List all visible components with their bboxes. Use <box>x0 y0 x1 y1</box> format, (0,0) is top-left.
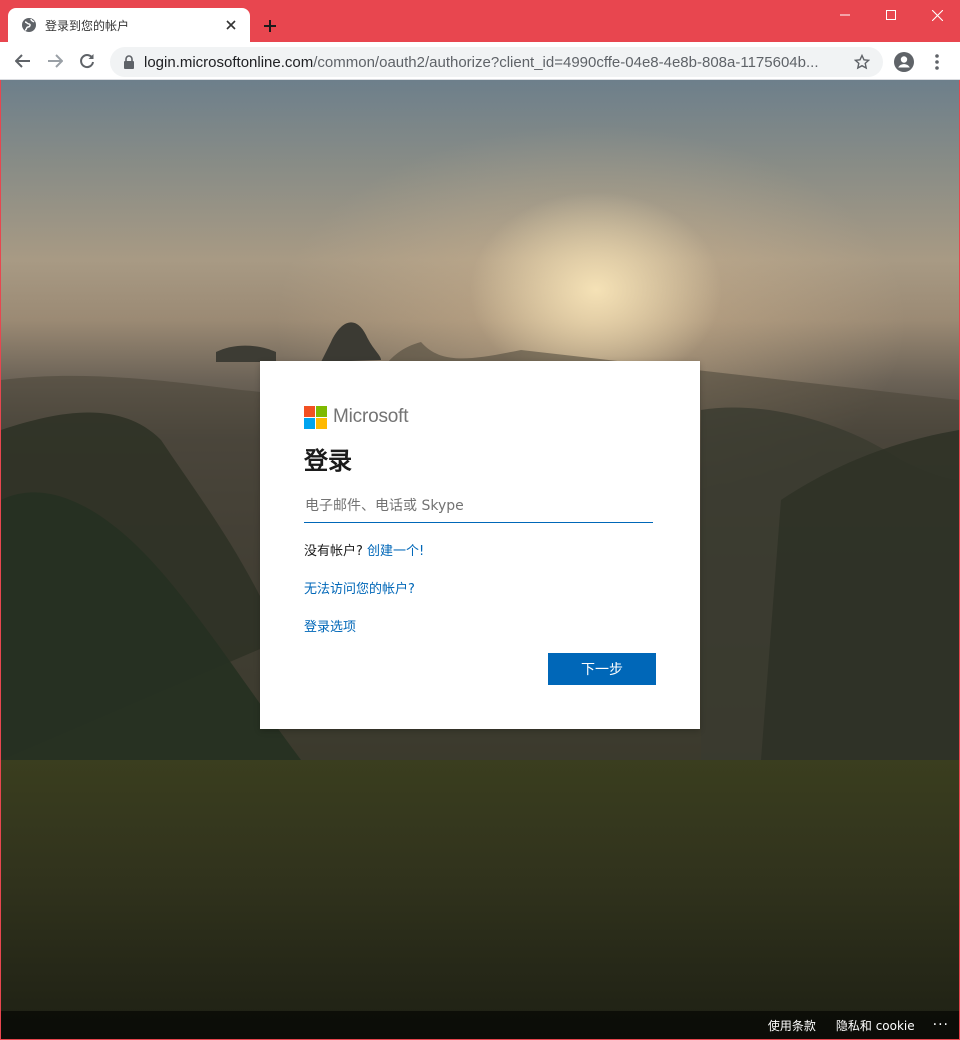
url-host: login.microsoftonline.com <box>144 53 314 71</box>
email-field[interactable] <box>304 487 653 523</box>
cant-access-account-link[interactable]: 无法访问您的帐户? <box>304 582 415 597</box>
address-bar[interactable]: login.microsoftonline.com/common/oauth2/… <box>110 47 883 77</box>
maximize-button[interactable] <box>868 0 914 30</box>
browser-tab[interactable]: 登录到您的帐户 <box>8 8 250 42</box>
forward-arrow-icon <box>48 54 63 68</box>
terms-of-use-link[interactable]: 使用条款 <box>768 1017 816 1034</box>
back-arrow-icon <box>15 54 30 68</box>
new-tab-button[interactable] <box>258 14 282 38</box>
signin-card: Microsoft 登录 没有帐户? 创建一个! 无法访问您的帐户? 登录选项 … <box>260 361 700 729</box>
reload-button[interactable] <box>72 46 102 76</box>
create-account-link[interactable]: 创建一个! <box>367 544 424 559</box>
kebab-menu-icon[interactable] <box>926 50 948 74</box>
browser-toolbar: login.microsoftonline.com/common/oauth2/… <box>0 42 960 80</box>
window-close-button[interactable] <box>914 0 960 30</box>
browser-titlebar: 登录到您的帐户 <box>0 0 960 42</box>
back-button[interactable] <box>8 46 38 76</box>
minimize-button[interactable] <box>822 0 868 30</box>
foreground-grass <box>1 760 959 1039</box>
url-text[interactable]: login.microsoftonline.com/common/oauth2/… <box>144 54 853 71</box>
page-title: 登录 <box>304 447 352 475</box>
no-account-row: 没有帐户? 创建一个! <box>304 540 656 559</box>
page-background: Microsoft 登录 没有帐户? 创建一个! 无法访问您的帐户? 登录选项 … <box>1 80 959 1039</box>
next-button[interactable]: 下一步 <box>548 653 656 685</box>
microsoft-squares-icon <box>304 405 327 429</box>
no-account-text: 没有帐户? <box>304 544 363 559</box>
plus-icon <box>264 20 276 32</box>
account-icon[interactable] <box>892 50 916 74</box>
close-tab-icon[interactable] <box>222 16 240 34</box>
globe-icon <box>21 17 37 33</box>
tab-title: 登录到您的帐户 <box>45 18 130 33</box>
bookmark-star-icon[interactable] <box>853 53 871 71</box>
forward-button[interactable] <box>40 46 70 76</box>
privacy-cookies-link[interactable]: 隐私和 cookie <box>836 1017 915 1034</box>
lock-icon <box>122 55 136 69</box>
reload-icon <box>80 54 94 69</box>
url-path: /common/oauth2/authorize?client_id=4990c… <box>313 53 819 71</box>
more-options-icon[interactable]: ··· <box>933 1017 949 1033</box>
microsoft-logo: Microsoft <box>304 405 656 429</box>
signin-options-link[interactable]: 登录选项 <box>304 620 356 635</box>
page-footer: 使用条款 隐私和 cookie ··· <box>1 1011 959 1039</box>
microsoft-wordmark: Microsoft <box>333 406 409 427</box>
